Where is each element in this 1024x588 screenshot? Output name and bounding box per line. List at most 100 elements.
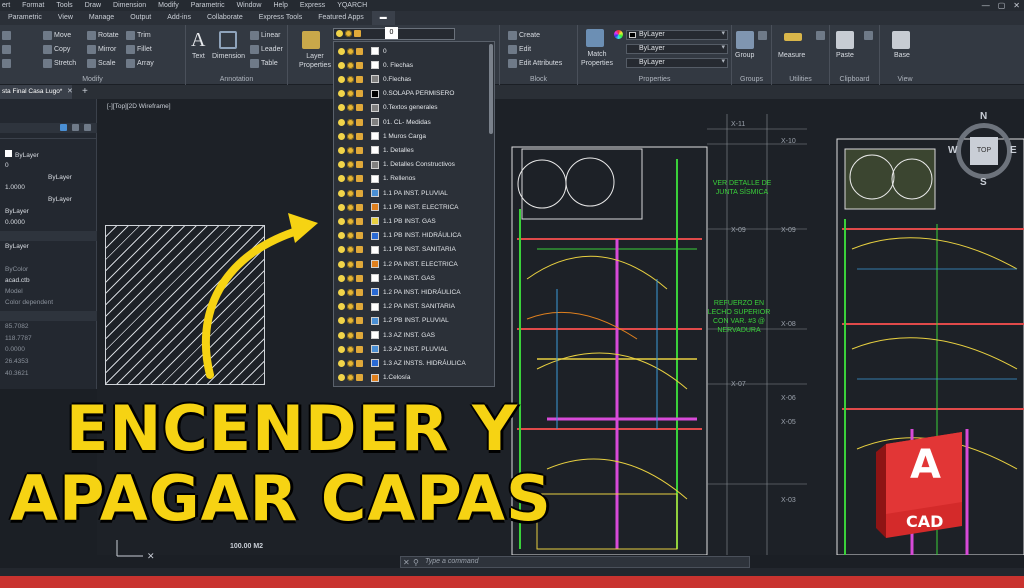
rotate-button[interactable]: Rotate [87, 31, 119, 40]
layer-lock-icon[interactable] [356, 146, 363, 154]
layer-color-swatch[interactable] [371, 288, 379, 297]
layer-color-swatch[interactable] [371, 316, 379, 325]
layer-row[interactable]: 1.1 PB INST. ELECTRICA [334, 200, 494, 214]
layer-color-swatch[interactable] [371, 118, 379, 127]
prop-thickness[interactable]: 0.0000 [0, 219, 97, 226]
layer-on-icon[interactable] [338, 374, 345, 382]
layer-color-swatch[interactable] [371, 302, 379, 311]
mirror-button[interactable]: Mirror [87, 45, 116, 54]
layer-on-icon[interactable] [338, 331, 345, 339]
prop-linetype[interactable]: ByLayer [0, 174, 97, 181]
quick-select-icon[interactable] [60, 124, 67, 131]
layer-row[interactable]: 1.1 PB INST. GAS [334, 214, 494, 228]
layer-freeze-icon[interactable] [347, 274, 354, 282]
layer-on-icon[interactable] [338, 217, 345, 225]
paste-button[interactable]: Paste [836, 52, 854, 59]
layer-on-icon[interactable] [338, 274, 345, 282]
menu-yqarch[interactable]: YQARCH [337, 2, 367, 9]
layer-freeze-icon[interactable] [347, 146, 354, 154]
compass-west[interactable]: W [948, 145, 957, 156]
stretch-button[interactable]: Stretch [43, 59, 76, 68]
calculator-icon[interactable] [816, 31, 825, 40]
layer-on-icon[interactable] [338, 260, 345, 268]
menu-help[interactable]: Help [273, 2, 287, 9]
tab-add-ins[interactable]: Add-ins [159, 11, 199, 25]
compass-east[interactable]: E [1010, 145, 1017, 156]
layer-row[interactable]: 1.3 AZ INST. GAS [334, 328, 494, 342]
layer-color-swatch[interactable] [371, 274, 379, 283]
layer-freeze-icon[interactable] [347, 75, 354, 83]
layer-lock-icon[interactable] [356, 47, 363, 55]
layer-color-swatch[interactable] [371, 75, 379, 84]
dimension-button[interactable]: Dimension [212, 53, 245, 60]
layer-lock-icon[interactable] [356, 189, 363, 197]
layer-row[interactable]: 1.1 PB INST. SANITARIA [334, 243, 494, 257]
layer-on-icon[interactable] [338, 203, 345, 211]
layer-color-swatch[interactable] [371, 373, 379, 382]
layer-on-icon[interactable] [338, 246, 345, 254]
prop-transparency[interactable]: ByLayer [0, 208, 97, 215]
maximize-icon[interactable]: ▢ [998, 1, 1006, 10]
layer-color-swatch[interactable] [371, 217, 379, 226]
layer-on-icon[interactable] [338, 61, 345, 69]
menu-insert[interactable]: ert [2, 2, 10, 9]
rectangle-tool[interactable] [2, 45, 11, 54]
layer-lock-icon[interactable] [356, 217, 363, 225]
array-button[interactable]: Array [126, 59, 154, 68]
base-button[interactable]: Base [894, 52, 910, 59]
menu-format[interactable]: Format [22, 2, 44, 9]
layer-color-swatch[interactable] [371, 103, 379, 112]
layer-on-icon[interactable] [338, 288, 345, 296]
layer-row[interactable]: 1.2 PA INST. GAS [334, 271, 494, 285]
copy-button[interactable]: Copy [43, 45, 70, 54]
layer-row[interactable]: 1.1 PB INST. HIDRÁULICA [334, 229, 494, 243]
viewcube-top-face[interactable]: TOP [970, 137, 998, 165]
layer-freeze-icon[interactable] [347, 161, 354, 169]
prop-color[interactable]: ByLayer [0, 150, 97, 159]
menu-window[interactable]: Window [237, 2, 262, 9]
layer-freeze-icon[interactable] [347, 132, 354, 140]
layer-row[interactable]: 1. Detalles [334, 143, 494, 157]
close-tab-icon[interactable]: ✕ [67, 85, 73, 99]
command-options-icon[interactable]: ⚲ [413, 558, 419, 567]
layer-freeze-icon[interactable] [347, 345, 354, 353]
table-button[interactable]: Table [250, 59, 278, 68]
ungroup-icon[interactable] [758, 31, 767, 40]
layer-lock-icon[interactable] [356, 345, 363, 353]
layer-color-swatch[interactable] [371, 174, 379, 183]
layer-row[interactable]: 1.3 AZ INSTS. HIDRÁULICA [334, 356, 494, 370]
menu-modify[interactable]: Modify [158, 2, 179, 9]
layer-on-icon[interactable] [338, 118, 345, 126]
layer-on-icon[interactable] [338, 104, 345, 112]
layer-row[interactable]: 0 [334, 44, 494, 58]
layer-freeze-icon[interactable] [347, 175, 354, 183]
tab-express-tools[interactable]: Express Tools [251, 11, 310, 25]
props-section-view[interactable] [0, 311, 97, 321]
layer-lock-icon[interactable] [356, 317, 363, 325]
layer-freeze-icon[interactable] [347, 374, 354, 382]
layer-color-swatch[interactable] [371, 47, 379, 56]
command-close-icon[interactable]: ✕ [403, 558, 410, 567]
layer-freeze-icon[interactable] [347, 260, 354, 268]
layer-freeze-icon[interactable] [347, 288, 354, 296]
props-selector[interactable] [0, 123, 97, 133]
layer-on-icon[interactable] [338, 359, 345, 367]
tab-manage[interactable]: Manage [81, 11, 122, 25]
layer-on-icon[interactable] [338, 175, 345, 183]
close-icon[interactable]: ✕ [1013, 1, 1020, 10]
edit-attributes-button[interactable]: Edit Attributes [508, 59, 562, 68]
leader-button[interactable]: Leader [250, 45, 283, 54]
layer-on-icon[interactable] [338, 303, 345, 311]
layer-color-swatch[interactable] [371, 61, 379, 70]
prop-linetype-scale[interactable]: 1.0000 [0, 184, 97, 191]
command-input[interactable]: Type a command [425, 556, 479, 568]
menu-express[interactable]: Express [300, 2, 325, 9]
prop-material[interactable]: ByLayer [0, 243, 97, 250]
props-section-3d[interactable] [0, 231, 97, 241]
layer-lock-icon[interactable] [356, 331, 363, 339]
menu-parametric[interactable]: Parametric [191, 2, 225, 9]
tab-featured-apps[interactable]: Featured Apps [310, 11, 372, 25]
compass-south[interactable]: S [980, 177, 987, 188]
prop-lineweight[interactable]: ByLayer [0, 196, 97, 203]
layer-row[interactable]: 1.3 AZ INST. PLUVIAL [334, 342, 494, 356]
